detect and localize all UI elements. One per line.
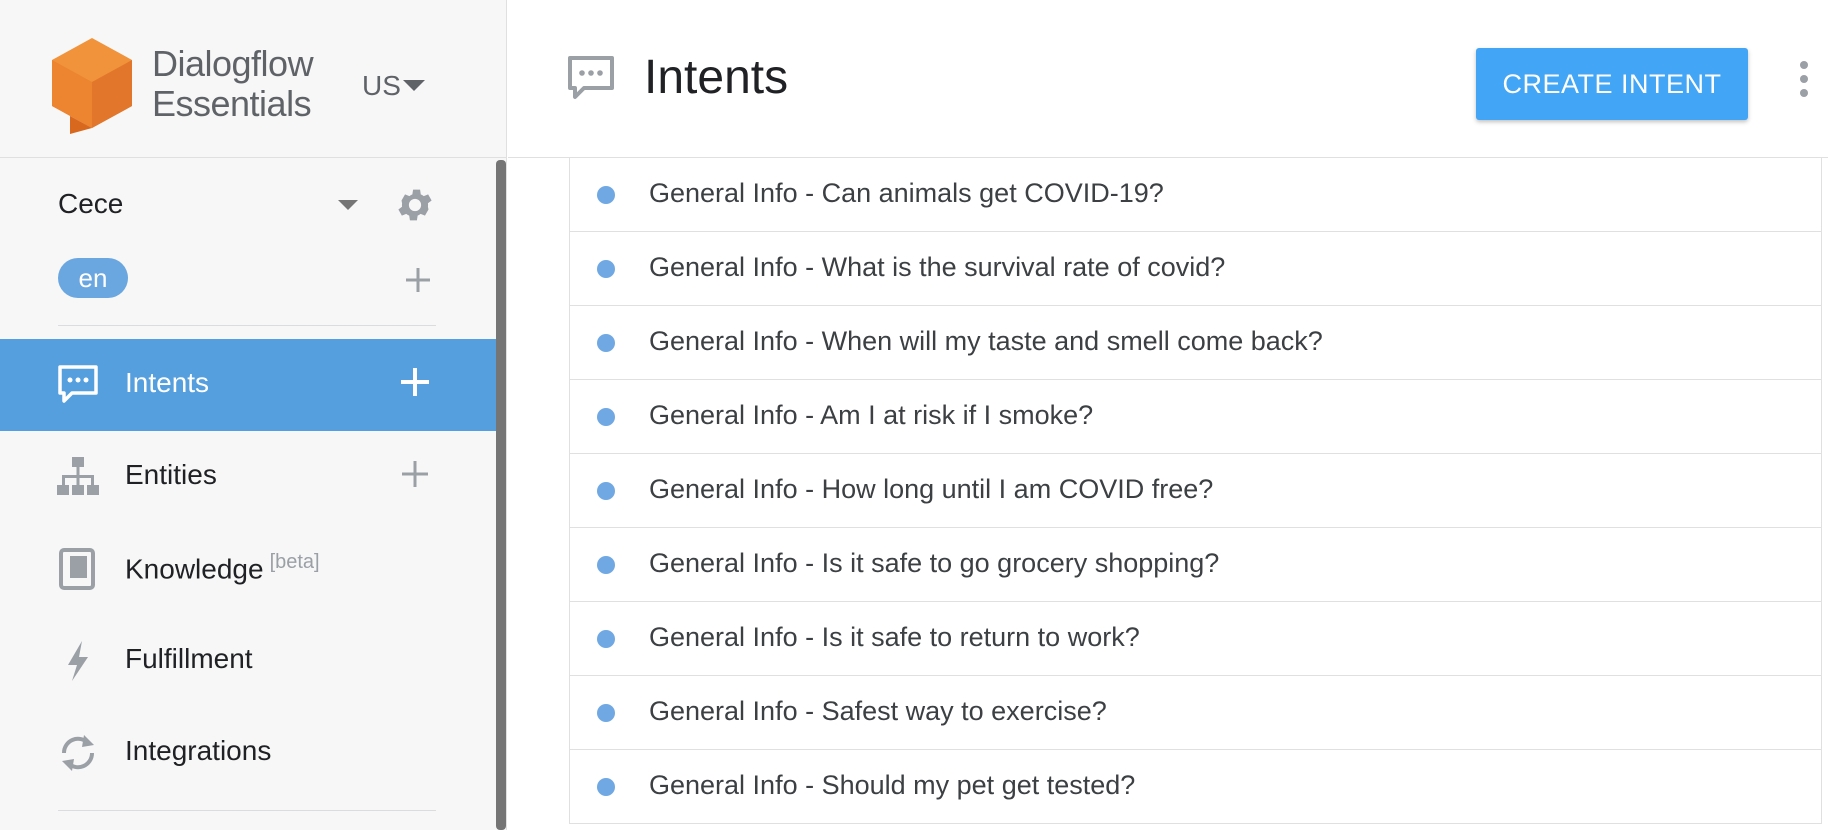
add-language-icon[interactable] [400, 262, 436, 298]
sidebar-scrollbar[interactable] [496, 160, 506, 830]
intent-list: General Info - Can animals get COVID-19?… [569, 158, 1822, 824]
intent-name[interactable]: General Info - How long until I am COVID… [649, 474, 1213, 505]
intent-row[interactable]: General Info - How long until I am COVID… [569, 454, 1822, 528]
sidebar-item-label: Integrations [125, 735, 272, 766]
page-title: Intents [644, 51, 789, 104]
intent-row[interactable]: General Info - Is it safe to go grocery … [569, 528, 1822, 602]
intent-name[interactable]: General Info - Am I at risk if I smoke? [649, 400, 1093, 431]
intent-row[interactable]: General Info - What is the survival rate… [569, 232, 1822, 306]
status-dot-icon [597, 408, 615, 426]
intent-row[interactable]: General Info - Can animals get COVID-19? [569, 158, 1822, 232]
sync-icon [61, 735, 95, 771]
knowledge-icon [59, 548, 95, 590]
sidebar-item-fulfillment[interactable]: Fulfillment [0, 615, 496, 707]
create-intent-button[interactable]: CREATE INTENT [1476, 48, 1748, 120]
intent-name[interactable]: General Info - Can animals get COVID-19? [649, 178, 1164, 209]
beta-badge: [beta] [269, 551, 320, 573]
divider [58, 325, 436, 326]
status-dot-icon [597, 556, 615, 574]
product-name: Dialogflow Essentials [152, 43, 314, 124]
sidebar-item-knowledge[interactable]: Knowledge [beta] [0, 523, 496, 615]
chevron-down-icon[interactable] [338, 200, 358, 210]
sidebar-item-label: Knowledge [beta] [125, 551, 320, 585]
logo-area: Dialogflow Essentials US [0, 0, 506, 158]
entities-icon [57, 457, 99, 495]
intent-row[interactable]: General Info - Am I at risk if I smoke? [569, 380, 1822, 454]
intent-row[interactable]: General Info - When will my taste and sm… [569, 306, 1822, 380]
divider [58, 810, 436, 811]
intent-name[interactable]: General Info - What is the survival rate… [649, 252, 1225, 283]
status-dot-icon [597, 630, 615, 648]
sidebar-item-intents[interactable]: Intents [0, 339, 496, 431]
language-chip[interactable]: en [58, 258, 128, 298]
status-dot-icon [597, 704, 615, 722]
intent-name[interactable]: General Info - When will my taste and sm… [649, 326, 1323, 357]
status-dot-icon [597, 778, 615, 796]
sidebar-item-integrations[interactable]: Integrations [0, 707, 496, 799]
sidebar-item-label: Fulfillment [125, 643, 253, 674]
sidebar-item-label: Entities [125, 459, 217, 490]
intent-name[interactable]: General Info - Safest way to exercise? [649, 696, 1107, 727]
intent-row[interactable]: General Info - Should my pet get tested? [569, 750, 1822, 824]
status-dot-icon [597, 186, 615, 204]
agent-name[interactable]: Cece [58, 188, 123, 220]
intent-name[interactable]: General Info - Is it safe to go grocery … [649, 548, 1219, 579]
sidebar-item-entities[interactable]: Entities [0, 431, 496, 523]
intent-name[interactable]: General Info - Should my pet get tested? [649, 770, 1135, 801]
intents-icon [58, 365, 98, 403]
lightning-bolt-icon [68, 641, 88, 681]
intents-icon [568, 56, 614, 99]
add-entity-icon[interactable] [398, 457, 432, 491]
region-selector[interactable]: US [362, 70, 401, 102]
add-intent-icon[interactable] [398, 365, 432, 399]
status-dot-icon [597, 260, 615, 278]
intent-row[interactable]: General Info - Is it safe to return to w… [569, 602, 1822, 676]
status-dot-icon [597, 482, 615, 500]
intent-row[interactable]: General Info - Safest way to exercise? [569, 676, 1822, 750]
sidebar-item-label: Intents [125, 367, 210, 398]
region-caret-icon[interactable] [403, 80, 425, 91]
more-options-icon[interactable] [1794, 58, 1814, 102]
gear-icon[interactable] [394, 184, 436, 226]
agent-selector[interactable]: Cece [58, 184, 448, 224]
intent-name[interactable]: General Info - Is it safe to return to w… [649, 622, 1140, 653]
sidebar: Dialogflow Essentials US Cece en Intents [0, 0, 507, 830]
status-dot-icon [597, 334, 615, 352]
page-header: Intents CREATE INTENT [508, 0, 1828, 158]
dialogflow-logo-icon [52, 38, 132, 134]
